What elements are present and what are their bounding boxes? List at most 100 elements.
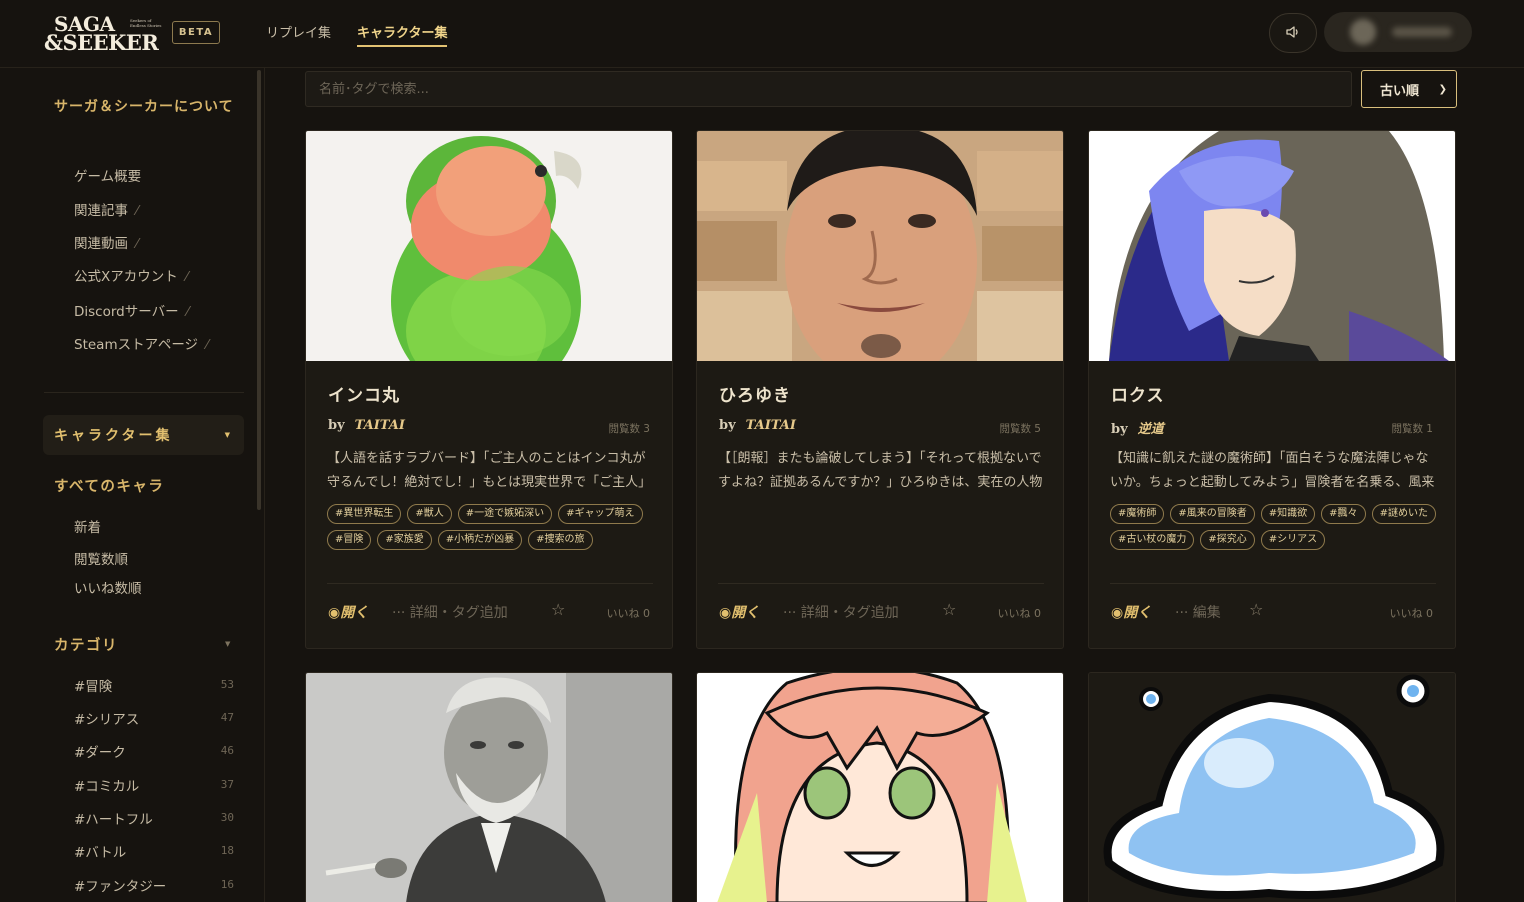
author-name[interactable]: TAITAI — [746, 418, 796, 433]
tag[interactable]: #獣人 — [407, 504, 452, 524]
character-card[interactable]: ロクス by 逆道 閲覧数 1 【知識に飢えた謎の魔術師】「面白そうな魔法陣じゃな… — [1088, 130, 1456, 649]
character-card[interactable]: インコ丸 by TAITAI 閲覧数 3 【人語を話すラブバード】「ご主人のことは… — [305, 130, 673, 649]
category-item[interactable]: #ダーク 46 — [74, 741, 234, 761]
character-image-lovebird[interactable] — [306, 131, 672, 361]
character-image-rokus[interactable] — [1089, 131, 1455, 361]
sidebar-item-game-overview[interactable]: ゲーム概要 — [74, 165, 141, 185]
card-title: ひろゆき — [719, 386, 791, 406]
category-name: #シリアス — [74, 712, 140, 728]
category-item[interactable]: #シリアス 47 — [74, 708, 234, 728]
category-count: 53 — [220, 678, 234, 691]
sidebar-item-discord[interactable]: Discordサーバー ⁄ — [74, 300, 189, 320]
tag[interactable]: #知識欲 — [1260, 504, 1316, 524]
category-name: #バトル — [74, 845, 127, 861]
all-characters-heading[interactable]: すべてのキャラ — [54, 475, 164, 496]
star-icon[interactable]: ☆ — [551, 600, 565, 619]
star-icon[interactable]: ☆ — [1249, 600, 1263, 619]
open-button[interactable]: ◉開く — [1111, 602, 1151, 622]
sidebar-item-x-account[interactable]: 公式Xアカウント ⁄ — [74, 265, 188, 285]
tag[interactable]: #一途で嫉妬深い — [457, 504, 553, 524]
category-heading[interactable]: カテゴリ — [54, 634, 118, 655]
category-item[interactable]: #冒険 53 — [74, 675, 234, 695]
view-count: 閲覧数 1 — [1391, 423, 1433, 435]
character-image-hiroyuki[interactable] — [697, 131, 1063, 361]
category-item[interactable]: #バトル 18 — [74, 841, 234, 861]
category-item[interactable]: #ハートフル 30 — [74, 808, 234, 828]
logo-subtitle: Seekers of Endless Stories — [130, 18, 162, 28]
logo[interactable]: SAGA &SEEKER Seekers of Endless Stories — [44, 12, 166, 54]
sidebar-item-label: ゲーム概要 — [74, 169, 142, 185]
author-name[interactable]: TAITAI — [355, 418, 405, 433]
tag[interactable]: #シリアス — [1260, 530, 1326, 550]
tag[interactable]: #風来の冒険者 — [1170, 504, 1255, 524]
top-header: SAGA &SEEKER Seekers of Endless Stories … — [0, 0, 1524, 68]
open-button[interactable]: ◉開く — [328, 602, 368, 622]
category-name: #冒険 — [74, 679, 113, 695]
external-link-icon: ⁄ — [136, 237, 139, 252]
nav-replays[interactable]: リプレイ集 — [266, 22, 331, 41]
sidebar-item-articles[interactable]: 関連記事 ⁄ — [74, 199, 138, 219]
sidebar-item-label: Discordサーバー — [74, 304, 179, 320]
character-image-portrait-man[interactable] — [306, 673, 672, 902]
tag[interactable]: #捜索の旅 — [528, 530, 593, 550]
card-description: 【［朗報］またも論破してしまう】「それって根拠ないですよね？証拠あるんですか？」… — [718, 451, 1043, 490]
detail-tag-button[interactable]: ··· 詳細・タグ追加 — [783, 602, 899, 622]
sidebar-item-steam[interactable]: Steamストアページ ⁄ — [74, 333, 208, 353]
author-name[interactable]: 逆道 — [1138, 422, 1164, 437]
open-button[interactable]: ◉開く — [719, 602, 759, 622]
category-item[interactable]: #コミカル 37 — [74, 775, 234, 795]
card-divider — [1110, 583, 1436, 584]
edit-button[interactable]: ··· 編集 — [1175, 602, 1221, 622]
chevron-down-icon: ❯ — [1438, 83, 1447, 95]
like-count[interactable]: いいね 0 — [998, 605, 1042, 621]
user-name-blurred — [1392, 27, 1452, 37]
sort-select[interactable]: 古い順 ❯ — [1361, 70, 1457, 108]
by-label: by — [328, 418, 345, 433]
like-count[interactable]: いいね 0 — [1390, 605, 1434, 621]
card-actions: ◉開く ··· 詳細・タグ追加 ☆ いいね 0 — [719, 600, 1045, 622]
user-menu-button[interactable] — [1324, 12, 1472, 52]
sound-button[interactable] — [1269, 13, 1317, 53]
card-author: by TAITAI — [719, 418, 796, 433]
tag[interactable]: #冒険 — [327, 530, 372, 550]
category-count: 46 — [220, 744, 234, 757]
by-label: by — [719, 418, 736, 433]
sidebar-item-videos[interactable]: 関連動画 ⁄ — [74, 232, 138, 252]
character-card[interactable] — [305, 672, 673, 902]
sidebar-item-most-viewed[interactable]: 閲覧数順 — [74, 548, 128, 568]
star-icon[interactable]: ☆ — [942, 600, 956, 619]
tag[interactable]: #飄々 — [1321, 504, 1366, 524]
tag-list: #魔術師 #風来の冒険者 #知識欲 #飄々 #謎めいた #古い杖の魔力 #探究心… — [1110, 504, 1440, 550]
tag[interactable]: #小柄だが凶暴 — [437, 530, 523, 550]
tag[interactable]: #謎めいた — [1371, 504, 1436, 524]
sidebar-item-newest[interactable]: 新着 — [74, 516, 101, 536]
card-description: 【人語を話すラブバード】「ご主人のことはインコ丸が守るんでし！絶対でし！」もとは… — [327, 451, 652, 490]
character-card[interactable]: ひろゆき by TAITAI 閲覧数 5 【［朗報］またも論破してしまう】「それっ… — [696, 130, 1064, 649]
tag[interactable]: #魔術師 — [1110, 504, 1165, 524]
view-count: 閲覧数 5 — [999, 423, 1041, 435]
tag[interactable]: #探究心 — [1200, 530, 1255, 550]
detail-tag-button[interactable]: ··· 詳細・タグ追加 — [392, 602, 508, 622]
category-name: #ファンタジー — [74, 879, 167, 895]
tag[interactable]: #家族愛 — [377, 530, 432, 550]
category-item[interactable]: #ファンタジー 16 — [74, 875, 234, 895]
caret-down-icon[interactable]: ▼ — [225, 640, 230, 648]
character-card[interactable] — [696, 672, 1064, 902]
tag[interactable]: #ギャップ萌え — [558, 504, 643, 524]
like-count[interactable]: いいね 0 — [607, 605, 651, 621]
character-image-slime[interactable] — [1089, 673, 1455, 902]
sidebar-item-most-liked[interactable]: いいね数順 — [74, 577, 142, 597]
tag[interactable]: #古い杖の魔力 — [1110, 530, 1195, 550]
sidebar-item-label: 公式Xアカウント — [74, 269, 178, 285]
character-card[interactable] — [1088, 672, 1456, 902]
sidebar-about-heading[interactable]: サーガ＆シーカーについて — [54, 94, 234, 120]
search-input[interactable] — [305, 71, 1352, 107]
external-link-icon: ⁄ — [185, 270, 188, 285]
character-image-anime-girl[interactable] — [697, 673, 1063, 902]
tag[interactable]: #異世界転生 — [327, 504, 402, 524]
category-count: 16 — [220, 878, 234, 891]
sidebar-scrollbar[interactable] — [257, 70, 261, 510]
beta-badge: BETA — [172, 21, 220, 44]
sidebar-item-characters[interactable]: キャラクター集 ▼ — [43, 415, 244, 455]
nav-characters[interactable]: キャラクター集 — [357, 22, 448, 47]
